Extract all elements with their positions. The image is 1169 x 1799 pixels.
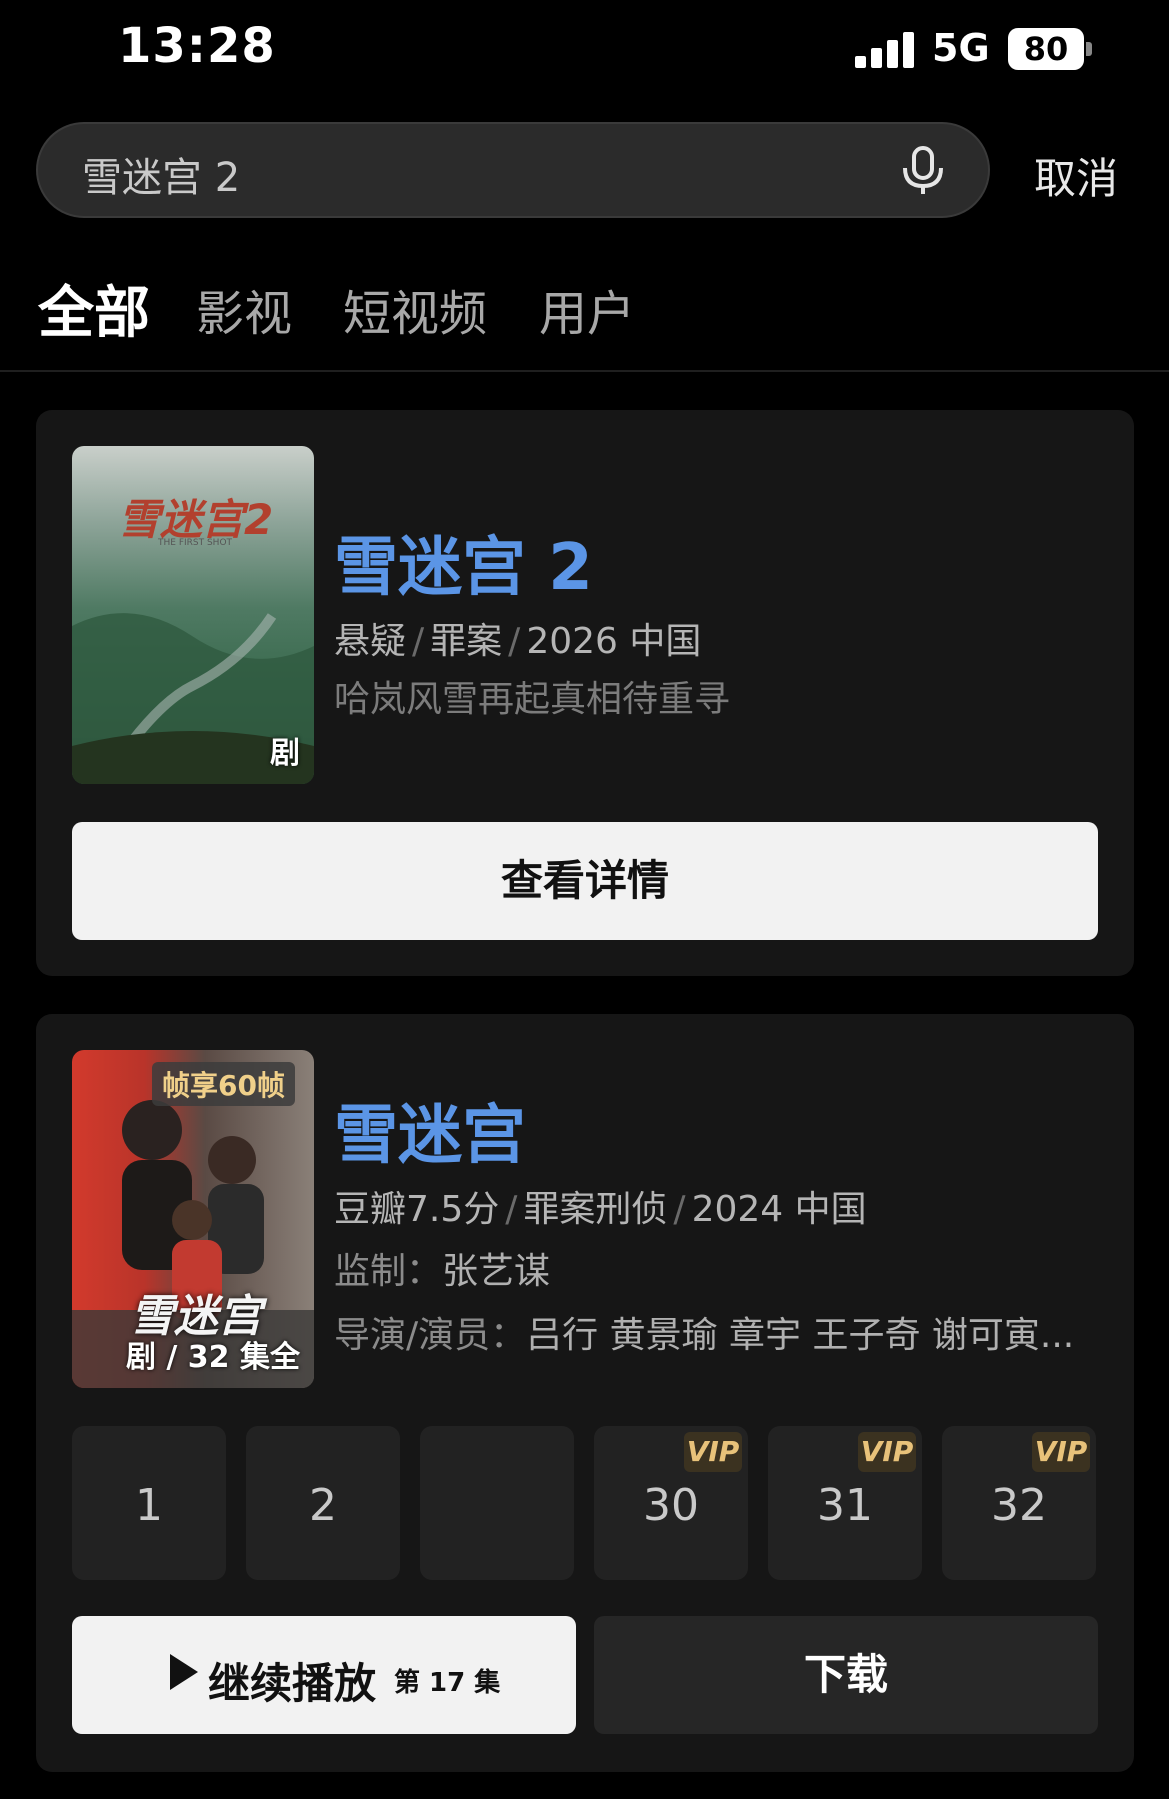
tagline: 哈岚风雪再起真相待重寻 — [334, 679, 731, 720]
cancel-button[interactable]: 取消 — [1034, 145, 1118, 206]
view-details-button[interactable]: 查看详情 — [72, 822, 1098, 940]
result-meta: 豆瓣7.5分 / 罪案刑侦/2024 中国 — [334, 1189, 867, 1230]
douban-rating: 豆瓣7.5分 — [334, 1189, 500, 1230]
vip-badge: VIP — [684, 1432, 742, 1472]
year-region: 2026 中国 — [526, 621, 702, 662]
episode-button[interactable] — [420, 1426, 574, 1580]
poster-subtitle: THE FIRST SHOT — [158, 538, 233, 548]
battery-nub — [1086, 42, 1092, 56]
year-region: 2024 中国 — [691, 1189, 867, 1230]
battery-icon: 80 — [1008, 28, 1084, 70]
producer-name: 张艺谋 — [442, 1251, 551, 1292]
continue-play-button[interactable]: 继续播放 第 17 集 — [72, 1616, 576, 1734]
network-type: 5G — [932, 26, 990, 70]
play-icon — [170, 1654, 198, 1690]
episode-number: 31 — [817, 1480, 873, 1531]
frame-rate-tag: 帧享60帧 — [152, 1062, 295, 1106]
genre: 悬疑 — [334, 621, 407, 662]
poster-image[interactable]: 帧享60帧 雪迷宫 剧 / 32 集全 — [72, 1050, 314, 1388]
search-query[interactable]: 雪迷宫 2 — [82, 145, 240, 203]
cast-names: 吕行 黄景瑜 章宇 王子奇 谢可寅... — [526, 1315, 1075, 1356]
signal-icon — [855, 30, 915, 68]
tab-users[interactable]: 用户 — [539, 274, 635, 344]
continue-label: 继续播放 — [208, 1659, 377, 1708]
tab-film-tv[interactable]: 影视 — [196, 274, 292, 344]
poster-image[interactable]: 雪迷宫2 THE FIRST SHOT 剧 — [72, 446, 314, 784]
vip-badge: VIP — [858, 1432, 916, 1472]
episode-button[interactable]: VIP 31 — [768, 1426, 922, 1580]
tab-divider — [0, 370, 1169, 372]
poster-episode-badge: 剧 / 32 集全 — [125, 1340, 300, 1375]
download-button[interactable]: 下载 — [594, 1616, 1098, 1734]
tab-all[interactable]: 全部 — [38, 268, 150, 349]
result-title[interactable]: 雪迷宫 — [334, 1084, 526, 1176]
poster-type-badge: 剧 — [270, 736, 300, 771]
producer-label: 监制： — [334, 1251, 443, 1292]
cast-line: 导演/演员：吕行 黄景瑜 章宇 王子奇 谢可寅... — [334, 1306, 1094, 1358]
episode-button[interactable]: 1 — [72, 1426, 226, 1580]
episode-button[interactable]: 2 — [246, 1426, 400, 1580]
episode-number: 1 — [135, 1480, 163, 1531]
microphone-icon[interactable] — [896, 146, 950, 196]
episode-button[interactable]: VIP 30 — [594, 1426, 748, 1580]
episode-number: 2 — [309, 1480, 337, 1531]
status-time: 13:28 — [118, 18, 276, 74]
producer-line: 监制：张艺谋 — [334, 1242, 550, 1294]
cast-label: 导演/演员： — [334, 1315, 527, 1356]
episode-button[interactable]: VIP 32 — [942, 1426, 1096, 1580]
continue-episode: 第 17 集 — [394, 1668, 501, 1698]
genre: 罪案刑侦 — [523, 1189, 668, 1230]
vip-badge: VIP — [1032, 1432, 1090, 1472]
episode-number: 32 — [991, 1480, 1047, 1531]
episode-number: 30 — [643, 1480, 699, 1531]
genre: 罪案 — [430, 621, 503, 662]
tab-short-video[interactable]: 短视频 — [343, 274, 487, 344]
result-meta: 悬疑 / 罪案/2026 中国 — [334, 621, 702, 662]
result-title[interactable]: 雪迷宫 2 — [334, 516, 593, 608]
